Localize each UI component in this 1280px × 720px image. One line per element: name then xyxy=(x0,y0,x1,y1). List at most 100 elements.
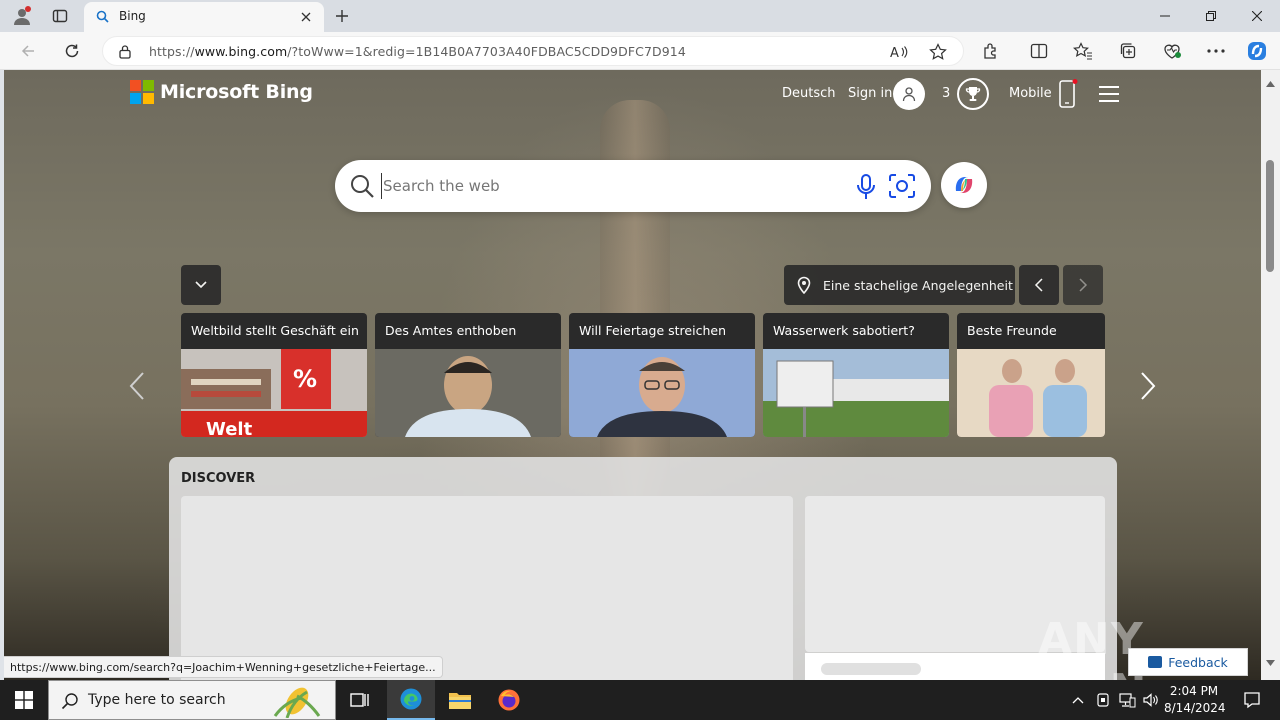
windows-logo-icon xyxy=(15,691,33,709)
svg-text:A: A xyxy=(890,46,899,60)
collapse-carousel-button[interactable] xyxy=(181,265,221,305)
url-host: www.bing.com xyxy=(194,44,288,59)
url-path: /?toWww=1&redig=1B14B0A7703A40FDBAC5CDD9… xyxy=(287,44,686,59)
copilot-sidebar-icon[interactable] xyxy=(1245,40,1269,62)
scroll-down-icon[interactable] xyxy=(1266,655,1275,670)
news-card[interactable]: Beste Freunde xyxy=(957,313,1105,437)
profile-icon[interactable] xyxy=(10,4,34,28)
status-bar-link-preview: https://www.bing.com/search?q=Joachim+We… xyxy=(4,656,443,678)
copilot-icon xyxy=(955,177,973,193)
minimize-button[interactable] xyxy=(1142,0,1188,32)
svg-text:%: % xyxy=(293,365,317,393)
copilot-button[interactable] xyxy=(941,162,987,208)
lock-icon[interactable] xyxy=(118,44,132,63)
user-avatar-icon[interactable] xyxy=(893,78,925,110)
chevron-right-icon xyxy=(1079,278,1088,292)
edge-taskbar-icon[interactable] xyxy=(387,680,435,720)
close-tab-icon[interactable] xyxy=(296,7,316,27)
previous-image-button[interactable] xyxy=(1019,265,1059,305)
address-bar[interactable]: https://www.bing.com/?toWww=1&redig=1B14… xyxy=(102,36,964,66)
news-card[interactable]: Wasserwerk sabotiert? xyxy=(763,313,949,437)
rewards-trophy-icon[interactable] xyxy=(957,78,989,110)
settings-more-icon[interactable] xyxy=(1204,40,1228,62)
browser-essentials-icon[interactable] xyxy=(1160,40,1184,62)
scroll-up-icon[interactable] xyxy=(1266,76,1275,91)
taskbar-search-placeholder: Type here to search xyxy=(88,692,226,708)
url-prefix: https:// xyxy=(149,44,195,59)
mobile-phone-icon[interactable] xyxy=(1058,79,1078,113)
search-icon xyxy=(61,692,79,714)
firefox-icon[interactable] xyxy=(485,680,533,720)
sign-in-link[interactable]: Sign in xyxy=(848,86,892,101)
close-window-button[interactable] xyxy=(1234,0,1280,32)
tab-bing[interactable]: Bing xyxy=(84,2,324,32)
browser-toolbar: https://www.bing.com/?toWww=1&redig=1B14… xyxy=(0,32,1280,70)
network-icon[interactable] xyxy=(1116,680,1138,720)
url-text[interactable]: https://www.bing.com/?toWww=1&redig=1B14… xyxy=(149,44,686,59)
favorite-star-icon[interactable] xyxy=(928,42,948,62)
bing-logo[interactable]: Microsoft Bing xyxy=(130,80,313,104)
bing-homepage: Microsoft Bing Deutsch Sign in 3 Mobile xyxy=(4,70,1261,680)
extensions-icon[interactable] xyxy=(979,40,1003,62)
feedback-button[interactable]: Feedback xyxy=(1128,648,1248,676)
search-input[interactable] xyxy=(381,173,841,199)
tab-title: Bing xyxy=(119,9,146,23)
back-button[interactable] xyxy=(14,38,42,64)
volume-icon[interactable] xyxy=(1140,680,1162,720)
read-aloud-icon[interactable]: A xyxy=(889,42,909,62)
next-image-button[interactable] xyxy=(1063,265,1103,305)
task-view-icon[interactable] xyxy=(336,680,384,720)
tab-actions-icon[interactable] xyxy=(48,4,72,28)
bing-search-favicon-icon xyxy=(96,10,109,27)
show-hidden-icons-icon[interactable] xyxy=(1068,680,1088,720)
news-card-title: Will Feiertage streichen xyxy=(579,323,726,338)
location-pin-icon xyxy=(797,276,811,294)
news-card-image xyxy=(569,349,755,437)
file-explorer-icon[interactable] xyxy=(436,680,484,720)
carousel-prev-arrow[interactable] xyxy=(125,368,149,404)
restore-button[interactable] xyxy=(1188,0,1234,32)
news-card-title: Beste Freunde xyxy=(967,323,1057,338)
security-tray-icon[interactable] xyxy=(1092,680,1114,720)
corn-search-highlight-icon xyxy=(273,687,321,718)
news-card-title: Des Amtes enthoben xyxy=(385,323,517,338)
feedback-icon xyxy=(1148,656,1163,668)
news-card[interactable]: Des Amtes enthoben xyxy=(375,313,561,437)
news-card-image xyxy=(375,349,561,437)
favorites-icon[interactable] xyxy=(1071,40,1095,62)
language-link[interactable]: Deutsch xyxy=(782,86,836,101)
image-title: Eine stachelige Angelegenheit xyxy=(823,277,1013,293)
image-info-button[interactable]: Eine stachelige Angelegenheit xyxy=(784,265,1015,305)
carousel-next-arrow[interactable] xyxy=(1136,368,1160,404)
logo-text: Microsoft Bing xyxy=(160,81,313,103)
page-scrollbar[interactable] xyxy=(1261,70,1280,680)
visual-search-icon[interactable] xyxy=(888,173,916,203)
tab-bar: Bing xyxy=(0,0,1280,32)
scrollbar-thumb[interactable] xyxy=(1266,160,1274,272)
search-icon[interactable] xyxy=(349,173,375,203)
start-button[interactable] xyxy=(0,680,48,720)
microphone-icon[interactable] xyxy=(853,173,879,205)
chevron-left-icon xyxy=(1034,278,1043,292)
collections-icon[interactable] xyxy=(1116,40,1140,62)
split-screen-icon[interactable] xyxy=(1027,40,1051,62)
new-tab-button[interactable] xyxy=(330,4,354,28)
notifications-icon[interactable] xyxy=(1232,680,1272,720)
discover-title: DISCOVER xyxy=(181,471,256,486)
hamburger-menu-icon[interactable] xyxy=(1098,85,1120,107)
chevron-right-icon xyxy=(1141,372,1156,400)
news-card-title: Weltbild stellt Geschäft ein xyxy=(191,323,359,338)
taskbar-search-box[interactable]: Type here to search xyxy=(48,680,336,720)
taskbar-clock[interactable]: 2:04 PM 8/14/2024 xyxy=(1164,683,1226,717)
news-card-image xyxy=(957,349,1105,437)
mobile-link[interactable]: Mobile xyxy=(1009,86,1052,101)
search-box xyxy=(335,160,931,212)
loading-bar xyxy=(821,663,921,675)
refresh-button[interactable] xyxy=(58,38,86,64)
news-card[interactable]: Weltbild stellt Geschäft ein % Welt xyxy=(181,313,367,437)
rewards-count[interactable]: 3 xyxy=(942,86,950,101)
chevron-left-icon xyxy=(129,372,144,400)
feedback-label: Feedback xyxy=(1168,654,1228,670)
news-card[interactable]: Will Feiertage streichen xyxy=(569,313,755,437)
discover-section: DISCOVER xyxy=(169,457,1117,680)
